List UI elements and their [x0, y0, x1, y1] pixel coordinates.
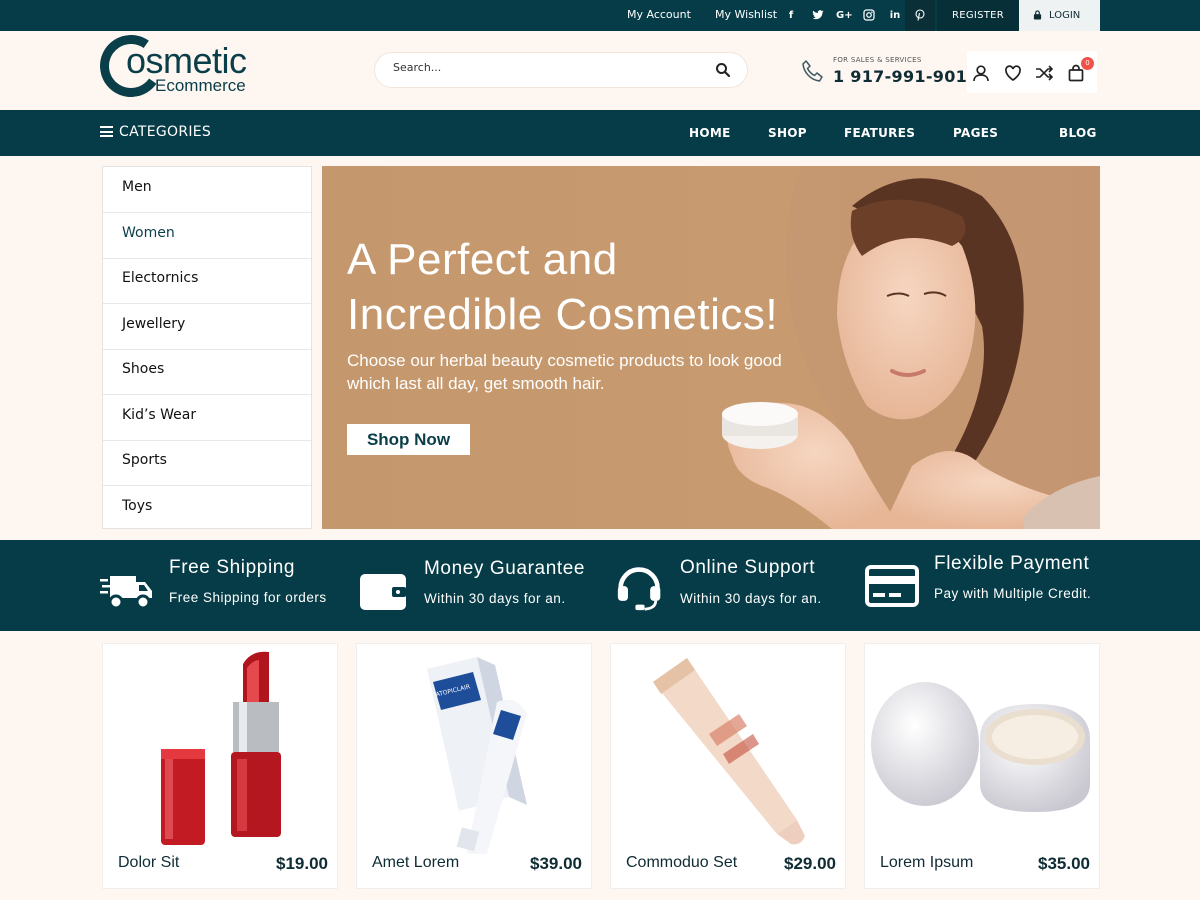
header-icons: 0	[967, 51, 1097, 93]
category-kids-wear[interactable]: Kid’s Wear	[103, 395, 311, 441]
feature-title-money: Money Guarantee	[424, 558, 586, 579]
cart-count-badge: 0	[1081, 57, 1094, 70]
category-shoes[interactable]: Shoes	[103, 349, 311, 395]
facebook-icon[interactable]: f	[784, 9, 798, 23]
credit-card-icon	[865, 565, 919, 607]
hero-banner: A Perfect and Incredible Cosmetics! Choo…	[322, 166, 1100, 529]
product-card[interactable]: Lorem Ipsum $35.00	[864, 643, 1100, 889]
feature-title-payment: Flexible Payment	[934, 553, 1090, 574]
product-price: $39.00	[530, 854, 582, 873]
category-women[interactable]: Women	[103, 213, 311, 259]
cream-tube-image: ATOPICLAIR	[427, 657, 527, 854]
product-card[interactable]: ATOPICLAIR Amet Lorem $39.00	[356, 643, 592, 889]
login-label: LOGIN	[1049, 10, 1081, 21]
product-card[interactable]: Dolor Sit $19.00	[102, 643, 338, 889]
logo-subtext: Ecommerce	[155, 76, 246, 95]
feature-subtitle-shipping: Free Shipping for orders	[169, 590, 327, 605]
features-bar: Free Shipping Free Shipping for orders M…	[0, 540, 1200, 631]
product-name[interactable]: Commoduo Set	[626, 854, 737, 872]
google-plus-icon[interactable]: G+	[836, 9, 853, 23]
phone-label: FOR SALES & SERVICES	[833, 56, 922, 64]
main-nav: CATEGORIES HOME SHOP FEATURES PAGES BLOG	[0, 110, 1200, 156]
search-input[interactable]	[393, 61, 693, 74]
shop-now-button[interactable]: Shop Now	[347, 424, 470, 455]
linkedin-icon[interactable]: in	[888, 9, 902, 23]
feature-subtitle-money: Within 30 days for an.	[424, 591, 566, 606]
feature-title-shipping: Free Shipping	[169, 557, 296, 578]
top-bar: My Account My Wishlist f G+ in REGISTER …	[0, 0, 1200, 31]
categories-toggle[interactable]: CATEGORIES	[100, 124, 211, 140]
product-card[interactable]: Commoduo Set $29.00	[610, 643, 846, 889]
nav-home[interactable]: HOME	[689, 126, 731, 140]
categories-label: CATEGORIES	[119, 124, 212, 140]
feature-subtitle-support: Within 30 days for an.	[680, 591, 822, 606]
hero-subtitle: Choose our herbal beauty cosmetic produc…	[347, 351, 782, 393]
product-name[interactable]: Amet Lorem	[372, 854, 459, 872]
category-list: Men Women Electornics Jewellery Shoes Ki…	[102, 166, 312, 529]
product-price: $29.00	[784, 854, 836, 873]
product-price: $19.00	[276, 854, 328, 873]
heart-icon[interactable]	[1004, 64, 1022, 82]
lipstick-image	[161, 651, 281, 845]
category-electronics[interactable]: Electornics	[103, 258, 311, 304]
my-wishlist-link[interactable]: My Wishlist	[715, 8, 777, 21]
vitamin-tube-image	[653, 658, 805, 845]
nav-shop[interactable]: SHOP	[768, 126, 807, 140]
register-button[interactable]: REGISTER	[937, 0, 1019, 31]
product-name[interactable]: Dolor Sit	[118, 854, 179, 872]
category-men[interactable]: Men	[103, 167, 311, 213]
twitter-icon[interactable]	[811, 9, 825, 23]
user-icon[interactable]	[972, 64, 990, 82]
menu-icon	[100, 126, 113, 137]
search-icon[interactable]	[715, 62, 731, 78]
phone-icon	[802, 60, 823, 82]
search-bar	[375, 53, 747, 87]
model-photo	[722, 166, 1100, 529]
nav-features[interactable]: FEATURES	[844, 126, 915, 140]
category-toys[interactable]: Toys	[103, 486, 311, 532]
feature-title-support: Online Support	[680, 557, 816, 578]
nav-blog[interactable]: BLOG	[1059, 126, 1097, 140]
login-button[interactable]: LOGIN	[1019, 0, 1100, 31]
truck-icon	[100, 576, 152, 610]
product-name[interactable]: Lorem Ipsum	[880, 854, 973, 872]
category-sports[interactable]: Sports	[103, 440, 311, 486]
instagram-icon[interactable]	[862, 9, 876, 23]
pinterest-icon[interactable]	[913, 9, 927, 23]
headset-icon	[617, 567, 661, 611]
cream-jar-image	[871, 682, 1090, 812]
category-jewellery[interactable]: Jewellery	[103, 304, 311, 350]
product-price: $35.00	[1038, 854, 1090, 873]
hero-title: A Perfect and Incredible Cosmetics!	[347, 235, 779, 339]
phone-number[interactable]: 1 917-991-9010	[833, 67, 979, 86]
nav-pages[interactable]: PAGES	[953, 126, 998, 140]
shuffle-icon[interactable]	[1035, 64, 1053, 82]
lock-icon	[1033, 10, 1042, 20]
my-account-link[interactable]: My Account	[627, 8, 691, 21]
pinterest-box	[905, 0, 935, 31]
feature-subtitle-payment: Pay with Multiple Credit.	[934, 586, 1092, 601]
wallet-icon	[360, 574, 406, 610]
